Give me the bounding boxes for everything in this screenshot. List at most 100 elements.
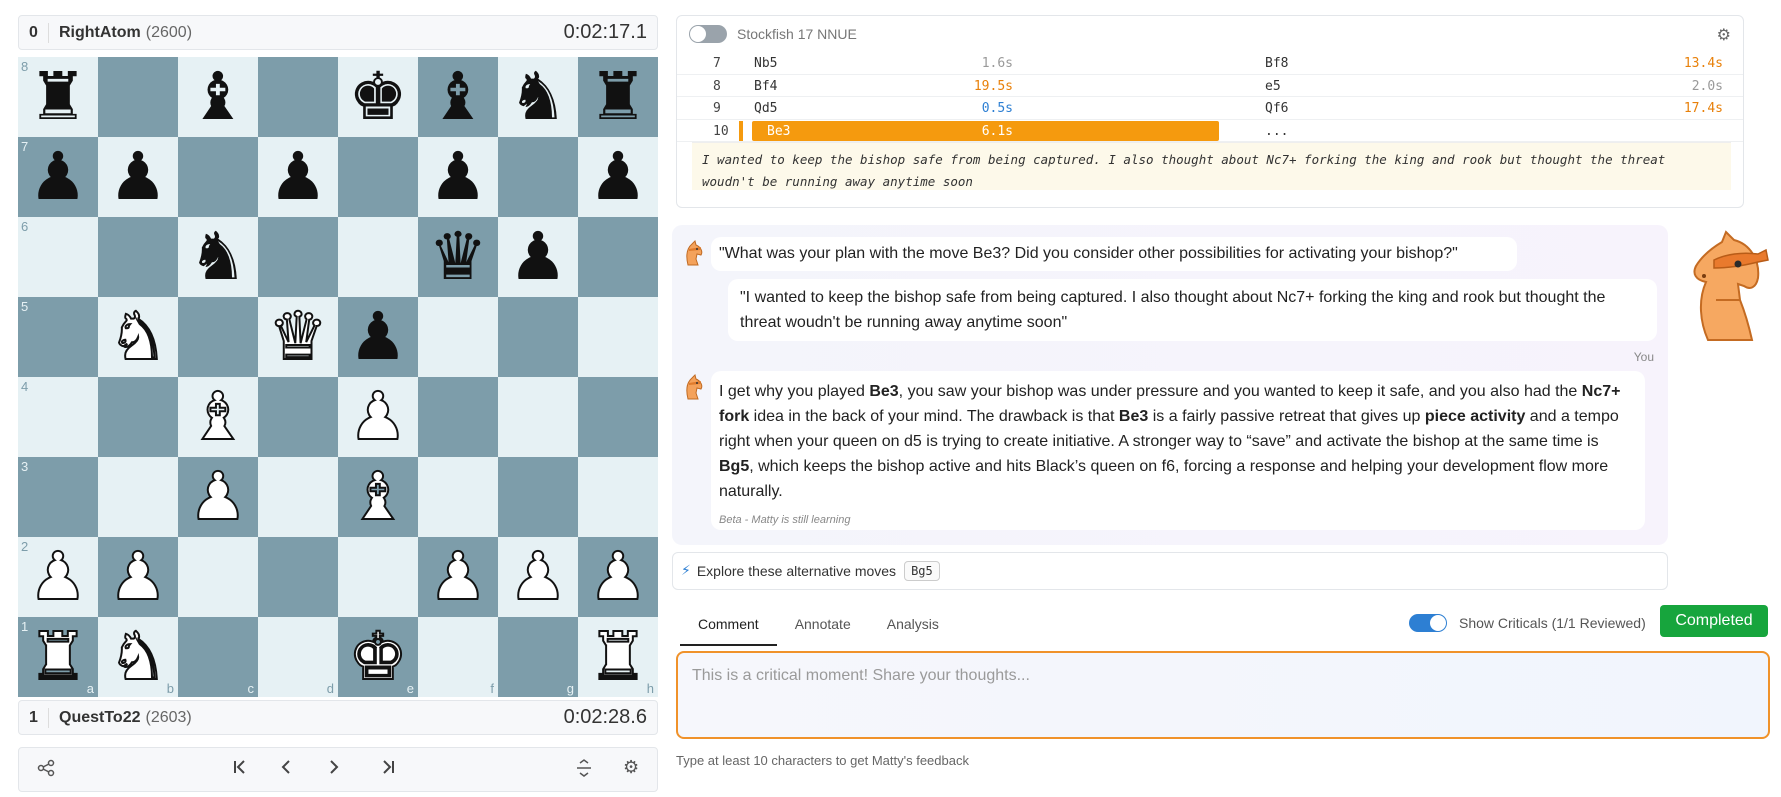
white-pawn-icon[interactable]: ♟ xyxy=(347,383,408,451)
board-square[interactable]: ♟ xyxy=(578,137,658,217)
board-square[interactable]: ♟ xyxy=(498,217,578,297)
move-row[interactable]: 10 Be3 6.1s... xyxy=(677,120,1743,142)
engine-toggle[interactable] xyxy=(689,25,727,43)
board-square[interactable] xyxy=(178,137,258,217)
gear-icon[interactable]: ⚙ xyxy=(623,757,639,778)
next-move-icon[interactable] xyxy=(327,757,341,782)
board-square[interactable]: 1 a ♜ xyxy=(18,617,98,697)
board-square[interactable]: ♜ xyxy=(578,57,658,137)
board-square[interactable]: ♟ xyxy=(578,537,658,617)
black-bishop-icon[interactable]: ♝ xyxy=(428,64,487,130)
board-square[interactable]: ♚ xyxy=(338,57,418,137)
board-square[interactable]: 5 xyxy=(18,297,98,377)
white-pawn-icon[interactable]: ♟ xyxy=(587,543,648,611)
board-square[interactable] xyxy=(498,377,578,457)
black-queen-icon[interactable]: ♛ xyxy=(428,224,487,290)
board-square[interactable] xyxy=(578,457,658,537)
white-knight-icon[interactable]: ♞ xyxy=(107,623,168,691)
board-square[interactable]: 2 ♟ xyxy=(18,537,98,617)
board-square[interactable]: ♝ xyxy=(418,57,498,137)
board-square[interactable]: ♟ xyxy=(418,137,498,217)
board-square[interactable] xyxy=(418,457,498,537)
board-square[interactable] xyxy=(178,297,258,377)
board-square[interactable]: ♝ xyxy=(338,457,418,537)
alternative-move-chip[interactable]: Bg5 xyxy=(904,561,940,581)
black-pawn-icon[interactable]: ♟ xyxy=(508,224,567,290)
white-move[interactable]: Be3 xyxy=(767,124,790,139)
move-row[interactable]: 8 Bf4 19.5s e5 2.0s xyxy=(677,75,1743,97)
completed-button[interactable]: Completed xyxy=(1660,605,1768,637)
board-square[interactable]: 7 ♟ xyxy=(18,137,98,217)
board-square[interactable] xyxy=(418,297,498,377)
black-king-icon[interactable]: ♚ xyxy=(348,64,407,130)
white-pawn-icon[interactable]: ♟ xyxy=(107,543,168,611)
gear-icon[interactable]: ⚙ xyxy=(1717,25,1731,44)
board-square[interactable]: h ♜ xyxy=(578,617,658,697)
black-pawn-icon[interactable]: ♟ xyxy=(348,304,407,370)
board-square[interactable]: ♟ xyxy=(178,457,258,537)
white-move[interactable]: Bf4 xyxy=(754,79,777,94)
tab-analysis[interactable]: Analysis xyxy=(869,606,957,646)
white-rook-icon[interactable]: ♜ xyxy=(587,623,648,691)
board-square[interactable]: e ♚ xyxy=(338,617,418,697)
board-square[interactable] xyxy=(98,377,178,457)
board-square[interactable]: 3 xyxy=(18,457,98,537)
last-move-icon[interactable] xyxy=(379,757,397,782)
black-bishop-icon[interactable]: ♝ xyxy=(188,64,247,130)
black-move[interactable]: Bf8 xyxy=(1265,56,1288,71)
white-rook-icon[interactable]: ♜ xyxy=(27,623,88,691)
white-bishop-icon[interactable]: ♝ xyxy=(347,463,408,531)
chess-board[interactable]: 8 ♜ ♝ ♚ ♝ ♞ ♜ 7 ♟ ♟ ♟ ♟ ♟ 6 ♞ ♛ ♟ 5 ♞ ♛ ♟ 4 ♝ ♟ 3 ♟ ♝ 2 ♟ ♟ ♟ ♟ ♟ 1 a ♜ b ♞ c d… xyxy=(18,57,658,697)
board-square[interactable]: ♟ xyxy=(338,377,418,457)
white-knight-icon[interactable]: ♞ xyxy=(107,303,168,371)
board-square[interactable]: b ♞ xyxy=(98,617,178,697)
board-square[interactable]: f xyxy=(418,617,498,697)
comment-textarea[interactable] xyxy=(676,651,1770,739)
board-square[interactable] xyxy=(498,137,578,217)
board-square[interactable]: ♞ xyxy=(178,217,258,297)
black-rook-icon[interactable]: ♜ xyxy=(588,64,647,130)
board-square[interactable]: ♛ xyxy=(418,217,498,297)
board-square[interactable]: ♟ xyxy=(498,537,578,617)
black-knight-icon[interactable]: ♞ xyxy=(508,64,567,130)
white-move[interactable]: Qd5 xyxy=(754,101,777,116)
white-move[interactable]: Nb5 xyxy=(754,56,777,71)
board-square[interactable]: ♝ xyxy=(178,377,258,457)
black-pawn-icon[interactable]: ♟ xyxy=(268,144,327,210)
board-square[interactable]: ♞ xyxy=(498,57,578,137)
black-move[interactable]: Qf6 xyxy=(1265,101,1288,116)
board-square[interactable]: ♟ xyxy=(418,537,498,617)
board-square[interactable]: ♟ xyxy=(98,137,178,217)
black-pawn-icon[interactable]: ♟ xyxy=(428,144,487,210)
black-knight-icon[interactable]: ♞ xyxy=(188,224,247,290)
white-king-icon[interactable]: ♚ xyxy=(347,623,408,691)
board-square[interactable]: 8 ♜ xyxy=(18,57,98,137)
board-square[interactable]: 4 xyxy=(18,377,98,457)
black-pawn-icon[interactable]: ♟ xyxy=(28,144,87,210)
first-move-icon[interactable] xyxy=(231,757,249,782)
board-square[interactable]: g xyxy=(498,617,578,697)
board-square[interactable]: ♟ xyxy=(98,537,178,617)
share-icon[interactable] xyxy=(37,758,55,782)
black-move[interactable]: e5 xyxy=(1265,79,1281,94)
black-pawn-icon[interactable]: ♟ xyxy=(108,144,167,210)
board-square[interactable]: d xyxy=(258,617,338,697)
board-square[interactable] xyxy=(98,217,178,297)
black-pawn-icon[interactable]: ♟ xyxy=(588,144,647,210)
board-square[interactable] xyxy=(418,377,498,457)
flip-icon[interactable] xyxy=(575,758,593,782)
board-square[interactable] xyxy=(258,217,338,297)
move-row[interactable]: 7 Nb5 1.6s Bf8 13.4s xyxy=(677,52,1743,75)
board-square[interactable]: ♛ xyxy=(258,297,338,377)
show-criticals-toggle[interactable] xyxy=(1409,614,1447,632)
black-move[interactable]: ... xyxy=(1265,124,1288,139)
white-pawn-icon[interactable]: ♟ xyxy=(507,543,568,611)
board-square[interactable]: ♟ xyxy=(338,297,418,377)
board-square[interactable]: ♝ xyxy=(178,57,258,137)
white-pawn-icon[interactable]: ♟ xyxy=(187,463,248,531)
board-square[interactable] xyxy=(258,537,338,617)
board-square[interactable] xyxy=(498,297,578,377)
tab-annotate[interactable]: Annotate xyxy=(777,606,869,646)
board-square[interactable] xyxy=(178,537,258,617)
board-square[interactable] xyxy=(498,457,578,537)
